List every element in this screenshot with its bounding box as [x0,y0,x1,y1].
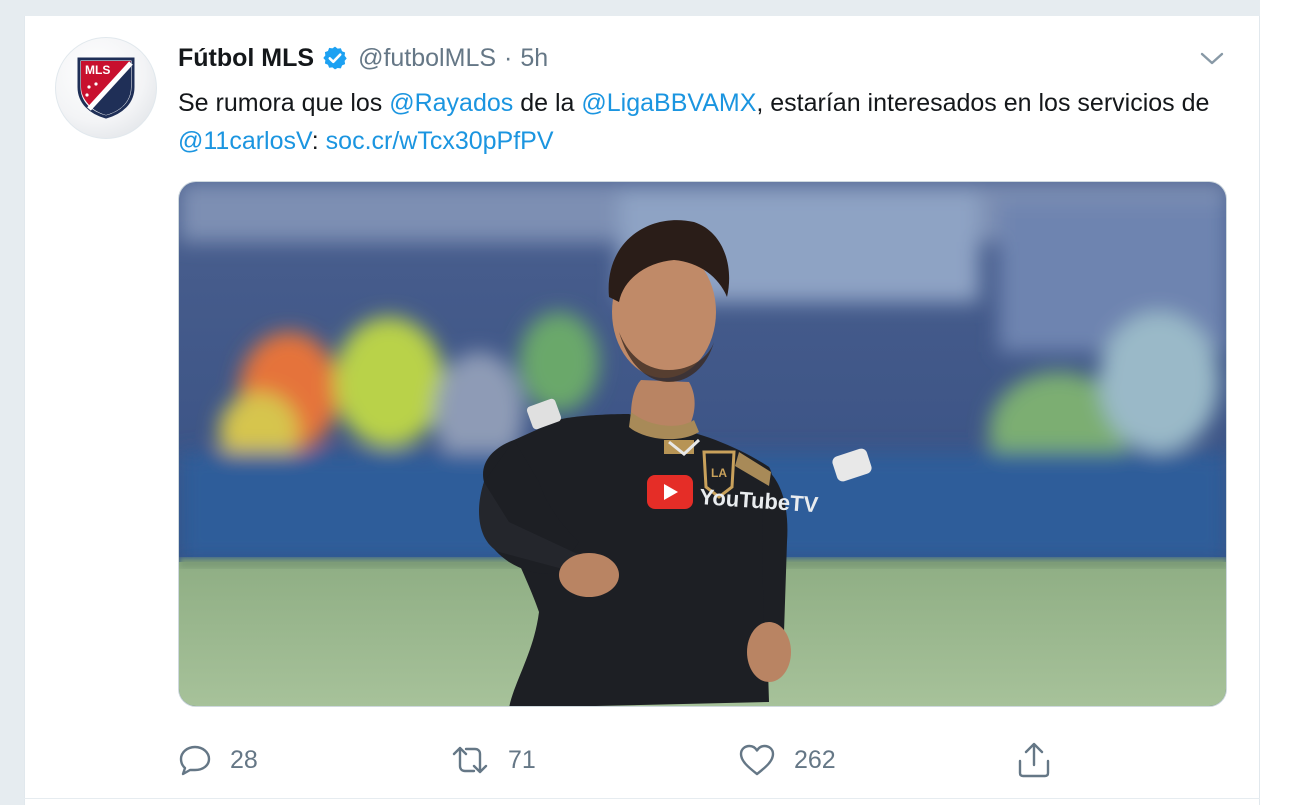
tweet-text-segment: Se rumora que los [178,89,390,117]
tweet-media-photo[interactable]: LA YouTubeTV [178,181,1227,707]
timeline-background [0,0,1302,16]
mention-11carlosv-link[interactable]: @11carlosV [178,127,312,155]
user-handle[interactable]: @futbolMLS [358,44,496,73]
player-photo: LA YouTubeTV [179,182,1226,706]
avatar-label: MLS [85,63,110,77]
tweet-actions: 28 71 262 [178,738,1058,782]
like-count: 262 [794,745,836,774]
tweet-text: Se rumora que los @Rayados de la @LigaBB… [178,84,1218,160]
avatar[interactable]: MLS [55,37,157,139]
reply-button[interactable]: 28 [178,738,258,782]
crest-label: LA [711,466,727,480]
mention-ligabbvamx-link[interactable]: @LigaBBVAMX [581,89,756,117]
retweet-count: 71 [508,745,536,774]
share-button[interactable] [1014,738,1072,782]
share-icon [1018,742,1050,778]
separator-dot: · [504,43,513,72]
reply-count: 28 [230,745,258,774]
tweet-text-segment: de la [513,89,582,117]
like-button[interactable]: 262 [738,738,836,782]
verified-badge-icon [322,45,348,71]
tweet-text-segment: : [311,127,326,155]
page-margin [1260,0,1302,805]
heart-icon [739,744,775,776]
tweet-header: Fútbol MLS @futbolMLS · 5h [178,40,548,76]
chevron-down-icon[interactable] [1197,44,1227,72]
tweet-divider [24,798,1260,799]
display-name[interactable]: Fútbol MLS [178,44,314,73]
mention-rayados-link[interactable]: @Rayados [389,89,513,117]
article-link[interactable]: soc.cr/wTcx30pPfPV [326,127,554,155]
reply-icon [179,745,211,776]
retweet-icon [452,746,488,774]
tweet-text-segment: , estarían interesados en los servicios … [756,89,1210,117]
mls-logo-icon: MLS [77,57,135,119]
retweet-button[interactable]: 71 [450,738,536,782]
tweet-timestamp[interactable]: 5h [520,44,548,73]
